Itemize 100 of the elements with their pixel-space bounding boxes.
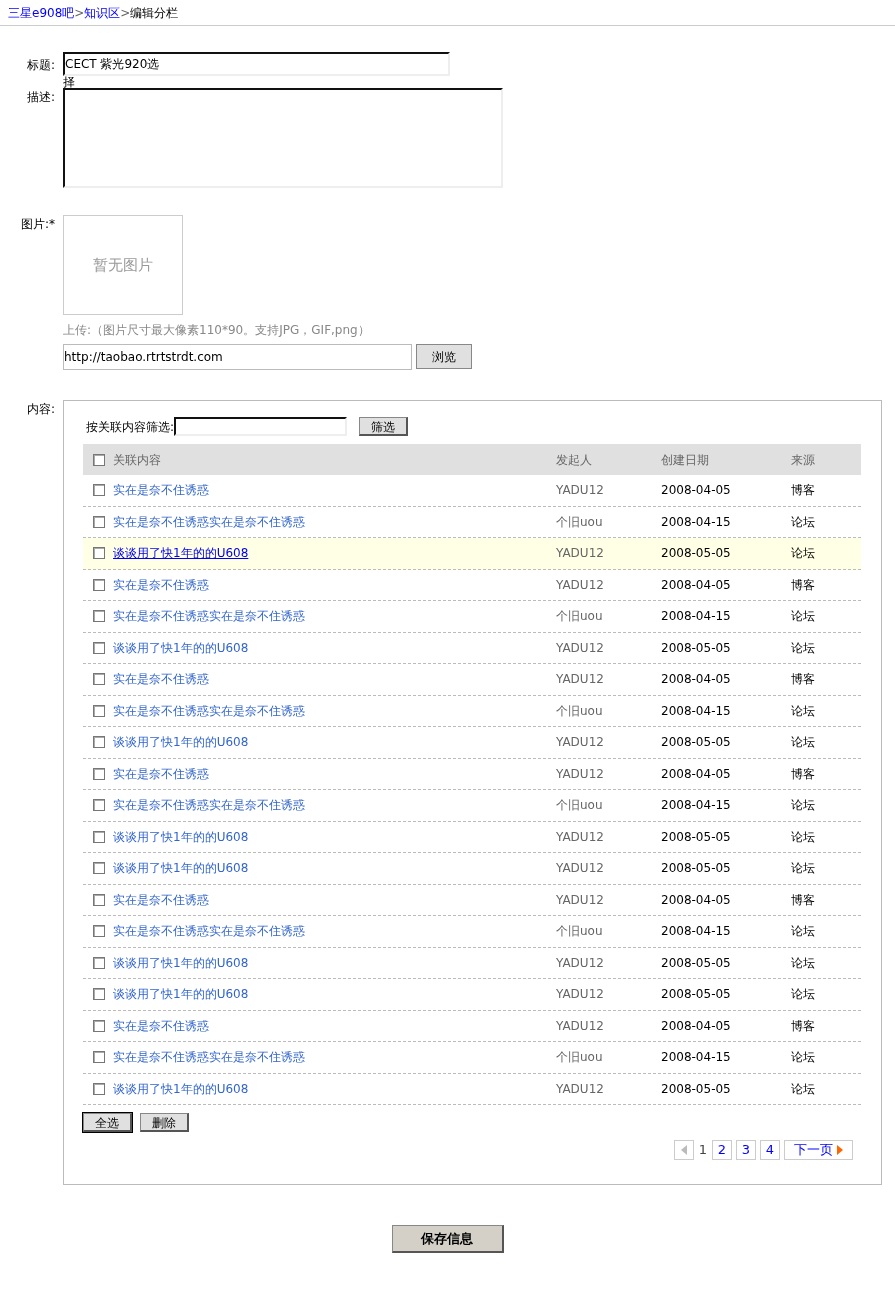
select-all-button[interactable]: 全选 — [83, 1113, 132, 1132]
breadcrumb-link[interactable]: 知识区 — [84, 6, 121, 20]
right-triangle-icon — [837, 1145, 843, 1155]
row-checkbox[interactable] — [93, 893, 105, 906]
row-checkbox[interactable] — [93, 704, 105, 717]
table-row[interactable]: 实在是奈不住诱惑实在是奈不住诱惑 个旧uou 2008-04-15 论坛 — [83, 1042, 861, 1074]
row-checkbox[interactable] — [93, 547, 105, 560]
content-link[interactable]: 谈谈用了快1年的的U608 — [113, 985, 249, 1004]
content-link[interactable]: 实在是奈不住诱惑 — [113, 481, 209, 500]
table-row[interactable]: 谈谈用了快1年的的U608 YADU12 2008-05-05 论坛 — [83, 632, 861, 664]
content-link[interactable]: 实在是奈不住诱惑实在是奈不住诱惑 — [113, 922, 305, 941]
filter-field[interactable] — [174, 417, 348, 436]
row-checkbox[interactable] — [93, 484, 105, 497]
content-link[interactable]: 实在是奈不住诱惑 — [113, 890, 209, 909]
source-cell-text: 博客 — [791, 482, 816, 500]
date-cell-text: 2008-05-05 — [661, 734, 732, 752]
content-link[interactable]: 实在是奈不住诱惑 — [113, 764, 209, 783]
source-cell-text: 博客 — [791, 576, 816, 594]
table-row[interactable]: 实在是奈不住诱惑 YADU12 2008-04-05 博客 — [83, 884, 861, 916]
table-row[interactable]: 谈谈用了快1年的的U608 YADU12 2008-05-05 论坛 — [83, 979, 861, 1011]
content-link[interactable]: 实在是奈不住诱惑 — [113, 1016, 209, 1035]
row-checkbox[interactable] — [93, 1051, 105, 1064]
content-link[interactable]: 实在是奈不住诱惑实在是奈不住诱惑 — [113, 512, 305, 531]
page-link[interactable]: 1 — [698, 1140, 708, 1160]
content-link[interactable]: 谈谈用了快1年的的U608 — [113, 1079, 249, 1098]
row-checkbox[interactable] — [93, 641, 105, 654]
author-cell-text: YADU12 — [556, 545, 605, 563]
content-link[interactable]: 谈谈用了快1年的的U608 — [113, 544, 249, 563]
date-cell-text: 2008-05-05 — [661, 954, 732, 972]
table-row[interactable]: 实在是奈不住诱惑实在是奈不住诱惑 个旧uou 2008-04-15 论坛 — [83, 916, 861, 948]
page-link[interactable]: 2 — [712, 1140, 732, 1160]
description-field[interactable] — [63, 88, 503, 188]
table-row[interactable]: 谈谈用了快1年的的U608 YADU12 2008-05-05 论坛 — [83, 821, 861, 853]
delete-button[interactable]: 删除 — [140, 1113, 189, 1132]
table-row[interactable]: 谈谈用了快1年的的U608 YADU12 2008-05-05 论坛 — [83, 1073, 861, 1105]
page-link[interactable]: 3 — [736, 1140, 756, 1160]
content-link[interactable]: 实在是奈不住诱惑 — [113, 670, 209, 689]
select-all-checkbox[interactable] — [93, 453, 105, 466]
content-link[interactable]: 谈谈用了快1年的的U608 — [113, 827, 249, 846]
save-button[interactable]: 保存信息 — [391, 1225, 504, 1253]
table-row[interactable]: 实在是奈不住诱惑 YADU12 2008-04-05 博客 — [83, 569, 861, 601]
author-cell-text: YADU12 — [556, 986, 605, 1004]
breadcrumb-link[interactable]: 三星e908吧 — [8, 6, 75, 20]
highlighted-row[interactable]: 谈谈用了快1年的的U608 YADU12 2008-05-05 论坛 — [83, 538, 861, 570]
date-cell-text: 2008-04-15 — [661, 797, 732, 815]
content-link[interactable]: 谈谈用了快1年的的U608 — [113, 733, 249, 752]
row-checkbox[interactable] — [93, 767, 105, 780]
content-link[interactable]: 实在是奈不住诱惑实在是奈不住诱惑 — [113, 796, 305, 815]
column-header: 发起人 — [556, 451, 593, 469]
content-link[interactable]: 实在是奈不住诱惑实在是奈不住诱惑 — [113, 701, 305, 720]
content-link[interactable]: 实在是奈不住诱惑实在是奈不住诱惑 — [113, 607, 305, 626]
table-row[interactable]: 实在是奈不住诱惑 YADU12 2008-04-05 博客 — [83, 758, 861, 790]
row-checkbox[interactable] — [93, 515, 105, 528]
author-cell-text: 个旧uou — [556, 608, 604, 626]
title-field[interactable]: CECT 紫光920选 — [63, 52, 450, 76]
browse-button[interactable]: 浏览 — [416, 344, 472, 369]
row-checkbox[interactable] — [93, 610, 105, 623]
row-checkbox[interactable] — [93, 925, 105, 938]
author-cell-text: YADU12 — [556, 576, 605, 594]
row-checkbox[interactable] — [93, 1019, 105, 1032]
date-cell-text: 2008-04-05 — [661, 671, 732, 689]
content-link[interactable]: 谈谈用了快1年的的U608 — [113, 859, 249, 878]
next-page-button[interactable]: 下一页 — [784, 1140, 853, 1160]
table-row[interactable]: 实在是奈不住诱惑实在是奈不住诱惑 个旧uou 2008-04-15 论坛 — [83, 601, 861, 633]
author-cell-text: YADU12 — [556, 1017, 605, 1035]
source-cell-text: 论坛 — [791, 797, 816, 815]
row-checkbox[interactable] — [93, 673, 105, 686]
table-row[interactable]: 实在是奈不住诱惑 YADU12 2008-04-05 博客 — [83, 1010, 861, 1042]
row-checkbox[interactable] — [93, 862, 105, 875]
table-row[interactable]: 谈谈用了快1年的的U608 YADU12 2008-05-05 论坛 — [83, 853, 861, 885]
row-checkbox[interactable] — [93, 799, 105, 812]
row-checkbox[interactable] — [93, 956, 105, 969]
content-link[interactable]: 实在是奈不住诱惑实在是奈不住诱惑 — [113, 1048, 305, 1067]
source-cell-text: 论坛 — [791, 734, 816, 752]
table-row[interactable]: 谈谈用了快1年的的U608 YADU12 2008-05-05 论坛 — [83, 947, 861, 979]
table-row[interactable]: 实在是奈不住诱惑 YADU12 2008-04-05 博客 — [83, 475, 861, 507]
date-cell-text: 2008-05-05 — [661, 1080, 732, 1098]
source-cell-text: 论坛 — [791, 545, 816, 563]
date-cell-text: 2008-04-05 — [661, 482, 732, 500]
row-checkbox[interactable] — [93, 578, 105, 591]
source-cell-text: 论坛 — [791, 828, 816, 846]
row-checkbox[interactable] — [93, 988, 105, 1001]
page-link[interactable]: 4 — [760, 1140, 780, 1160]
author-cell-text: YADU12 — [556, 954, 605, 972]
breadcrumb-separator: > — [74, 6, 85, 20]
author-cell-text: YADU12 — [556, 671, 605, 689]
table-row[interactable]: 实在是奈不住诱惑实在是奈不住诱惑 个旧uou 2008-04-15 论坛 — [83, 790, 861, 822]
filter-button[interactable]: 筛选 — [359, 417, 409, 436]
content-link[interactable]: 实在是奈不住诱惑 — [113, 575, 209, 594]
content-link[interactable]: 谈谈用了快1年的的U608 — [113, 953, 249, 972]
url-field[interactable]: http://taobao.rtrtstrdt.com — [63, 344, 412, 370]
field-label: 标题: — [25, 57, 55, 74]
content-link[interactable]: 谈谈用了快1年的的U608 — [113, 638, 249, 657]
column-header: 创建日期 — [661, 451, 710, 469]
row-checkbox[interactable] — [93, 736, 105, 749]
table-row[interactable]: 谈谈用了快1年的的U608 YADU12 2008-05-05 论坛 — [83, 727, 861, 759]
row-checkbox[interactable] — [93, 830, 105, 843]
table-row[interactable]: 实在是奈不住诱惑实在是奈不住诱惑 个旧uou 2008-04-15 论坛 — [83, 695, 861, 727]
row-checkbox[interactable] — [93, 1082, 105, 1095]
table-row[interactable]: 实在是奈不住诱惑 YADU12 2008-04-05 博客 — [83, 664, 861, 696]
